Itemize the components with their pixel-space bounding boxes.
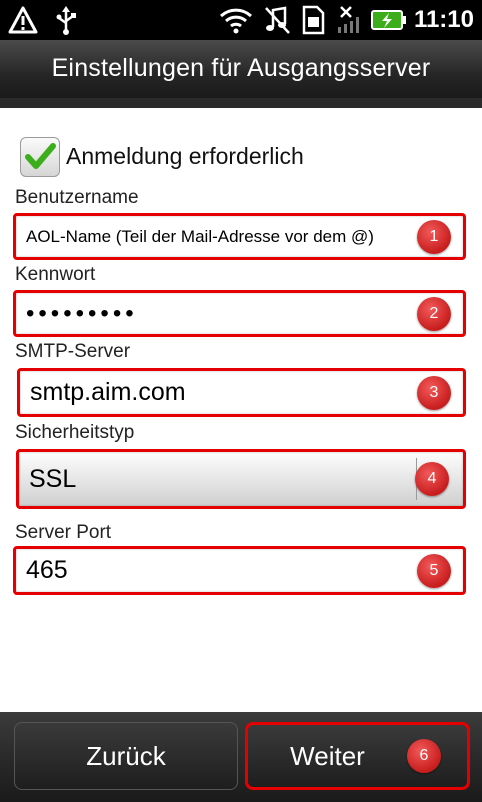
username-value: AOL-Name (Teil der Mail-Adresse vor dem … — [26, 226, 374, 246]
sim-icon — [298, 0, 328, 40]
annotation-badge-1: 1 — [417, 220, 451, 254]
smtp-server-field[interactable]: smtp.aim.com 3 — [17, 368, 466, 417]
silent-icon — [262, 0, 292, 40]
security-type-select[interactable]: SSL 4 — [16, 449, 466, 509]
annotation-badge-5: 5 — [417, 554, 451, 588]
usb-icon — [52, 0, 80, 40]
smtp-server-label: SMTP-Server — [15, 341, 131, 362]
annotation-badge-3: 3 — [417, 376, 451, 410]
annotation-badge-6: 6 — [407, 739, 441, 773]
annotation-badge-2: 2 — [417, 297, 451, 331]
username-field[interactable]: AOL-Name (Teil der Mail-Adresse vor dem … — [13, 213, 466, 260]
auth-required-label: Anmeldung erforderlich — [66, 143, 304, 169]
next-button[interactable]: Weiter 6 — [245, 722, 470, 790]
status-bar: 11:10 — [0, 0, 482, 40]
username-label: Benutzername — [15, 187, 139, 208]
next-button-label: Weiter — [290, 741, 365, 771]
auth-required-checkbox[interactable] — [20, 137, 60, 177]
wifi-icon — [218, 0, 254, 40]
title-divider — [0, 98, 482, 108]
server-port-value: 465 — [26, 556, 68, 584]
no-signal-icon — [334, 0, 364, 40]
server-port-label: Server Port — [15, 522, 112, 543]
back-button-label: Zurück — [86, 741, 166, 771]
security-type-label: Sicherheitstyp — [15, 422, 135, 443]
password-label: Kennwort — [15, 264, 96, 285]
security-type-value: SSL — [29, 464, 77, 493]
page-title: Einstellungen für Ausgangsserver — [51, 54, 431, 82]
back-button[interactable]: Zurück — [14, 722, 238, 790]
battery-charging-icon — [370, 0, 408, 40]
smtp-server-value: smtp.aim.com — [30, 378, 186, 406]
password-value: ••••••••• — [26, 299, 138, 327]
checkmark-icon — [25, 143, 56, 169]
server-port-field[interactable]: 465 5 — [13, 546, 466, 595]
warning-icon — [6, 0, 40, 40]
title-bar: Einstellungen für Ausgangsserver — [0, 40, 482, 99]
annotation-badge-4: 4 — [415, 462, 449, 496]
status-time: 11:10 — [413, 6, 474, 33]
password-field[interactable]: ••••••••• 2 — [13, 290, 466, 337]
